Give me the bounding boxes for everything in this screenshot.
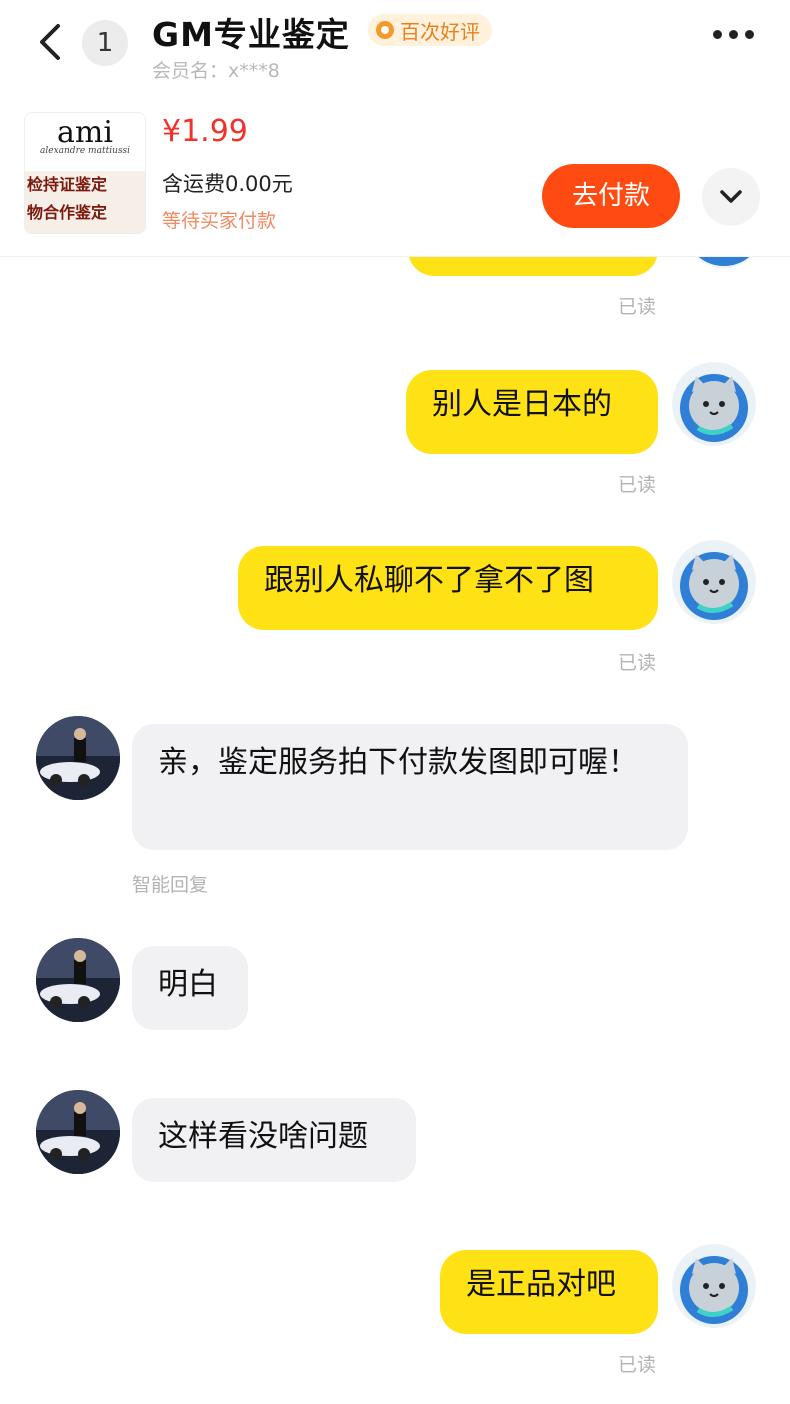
rating-badge: 百次好评	[368, 14, 492, 46]
message-text: 跟别人私聊不了拿不了图	[264, 563, 594, 598]
seller-message-bubble[interactable]: 亲，鉴定服务拍下付款发图即可喔！	[132, 724, 688, 850]
seller-message-bubble[interactable]: 明白	[132, 946, 248, 1030]
my-avatar[interactable]	[672, 1244, 756, 1328]
auto-reply-label: 智能回复	[132, 874, 209, 896]
more-menu-button[interactable]	[713, 30, 754, 39]
message-text: 别人是日本的	[432, 387, 612, 422]
product-banner-line: 物合作鉴定	[27, 203, 108, 222]
order-status: 等待买家付款	[162, 210, 277, 232]
member-name: 会员名：x***8	[152, 60, 280, 82]
seller-avatar[interactable]	[36, 1090, 120, 1174]
seller-avatar[interactable]	[36, 716, 120, 800]
my-avatar[interactable]	[672, 540, 756, 624]
seller-avatar[interactable]	[36, 938, 120, 1022]
shipping-fee: 含运费0.00元	[162, 172, 293, 196]
expand-button[interactable]	[702, 168, 760, 226]
chevron-down-icon	[720, 190, 742, 203]
message-text: 亲，鉴定服务拍下付款发图即可喔！	[158, 745, 638, 780]
my-message-bubble[interactable]: 是正品对吧	[440, 1250, 658, 1334]
more-dot-icon	[713, 30, 722, 39]
my-message-bubble[interactable]: 别人是日本的	[406, 370, 658, 454]
pay-button[interactable]: 去付款	[542, 164, 680, 228]
read-receipt: 已读	[618, 474, 657, 496]
back-button[interactable]	[32, 22, 72, 62]
chevron-left-icon	[40, 24, 60, 60]
more-dot-icon	[745, 30, 754, 39]
message-text: 这样看没啥问题	[158, 1119, 368, 1154]
read-receipt: 已读	[618, 296, 657, 318]
page-title: GM专业鉴定	[152, 15, 350, 54]
product-logo-sub: alexandre mattiussi	[40, 146, 130, 156]
message-text: 是正品对吧	[466, 1267, 616, 1302]
rating-medal-icon	[376, 21, 394, 39]
product-banner-line: 检持证鉴定	[27, 175, 108, 194]
my-message-bubble[interactable]: 跟别人私聊不了拿不了图	[238, 546, 658, 630]
seller-message-bubble[interactable]: 这样看没啥问题	[132, 1098, 416, 1182]
product-banner: 检持证鉴定 物合作鉴定	[25, 171, 145, 233]
read-receipt: 已读	[618, 652, 657, 674]
my-avatar[interactable]	[672, 362, 756, 446]
more-dot-icon	[729, 30, 738, 39]
product-logo: ami	[57, 115, 113, 150]
chat-header: 1 GM专业鉴定 百次好评 会员名：x***8 ami alexandre ma…	[0, 0, 790, 257]
read-receipt: 已读	[618, 1354, 657, 1376]
order-price: ¥1.99	[162, 114, 248, 149]
rating-badge-label: 百次好评	[400, 19, 480, 44]
product-thumbnail[interactable]: ami alexandre mattiussi 检持证鉴定 物合作鉴定	[24, 112, 146, 234]
message-text: 明白	[158, 967, 218, 1002]
unread-count-badge[interactable]: 1	[82, 20, 128, 66]
